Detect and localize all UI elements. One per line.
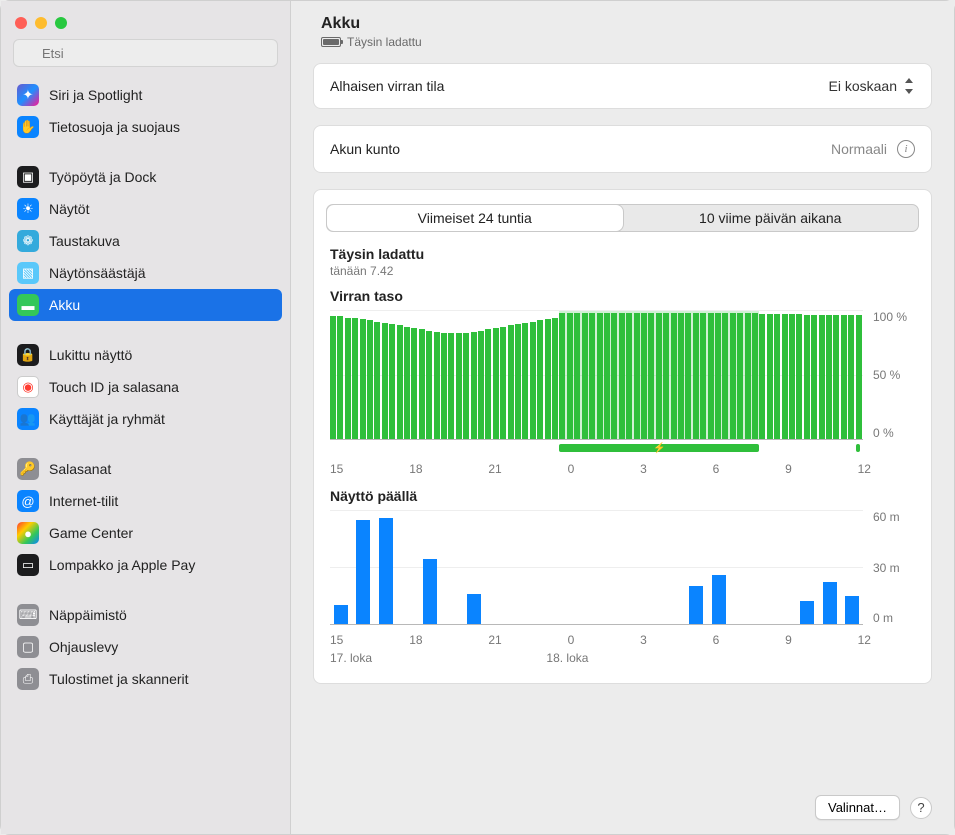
sidebar-item-ohjauslevy[interactable]: ▢ Ohjauslevy: [9, 631, 282, 663]
footer: Valinnat… ?: [291, 785, 954, 834]
sidebar-item-label: Työpöytä ja Dock: [49, 169, 156, 185]
sidebar-item-touch-id-ja-salasana[interactable]: ◉ Touch ID ja salasana: [9, 371, 282, 403]
sidebar-list: ✦ Siri ja Spotlight ✋ Tietosuoja ja suojaus…: [1, 75, 290, 834]
sidebar-icon: 👥: [17, 408, 39, 430]
close-window-button[interactable]: [15, 17, 27, 29]
help-button[interactable]: ?: [910, 797, 932, 819]
settings-window: ✦ Siri ja Spotlight ✋ Tietosuoja ja suojaus…: [0, 0, 955, 835]
battery-icon: [321, 37, 341, 47]
battery-health-label: Akun kunto: [330, 141, 400, 157]
zoom-window-button[interactable]: [55, 17, 67, 29]
minimize-window-button[interactable]: [35, 17, 47, 29]
low-power-value: Ei koskaan: [829, 78, 897, 94]
options-button[interactable]: Valinnat…: [815, 795, 900, 820]
sidebar-item-label: Näytöt: [49, 201, 89, 217]
sidebar-item-tulostimet-ja-skannerit[interactable]: ⎙ Tulostimet ja skannerit: [9, 663, 282, 695]
battery-health-panel: Akun kunto Normaali i: [313, 125, 932, 173]
sidebar-item-game-center[interactable]: ● Game Center: [9, 517, 282, 549]
sidebar-icon: @: [17, 490, 39, 512]
sidebar-icon: ◉: [17, 376, 39, 398]
sidebar-item-label: Game Center: [49, 525, 133, 541]
search-input[interactable]: [13, 39, 278, 67]
sidebar-item-label: Ohjauslevy: [49, 639, 118, 655]
battery-status-label: Täysin ladattu: [347, 35, 422, 49]
sidebar-item-n-yt-ns-st-j-[interactable]: ▧ Näytönsäästäjä: [9, 257, 282, 289]
screen-x-axis: 151821036912: [314, 625, 931, 649]
sidebar-item-label: Akku: [49, 297, 80, 313]
sidebar-icon: ●: [17, 522, 39, 544]
sidebar-item-label: Tulostimet ja skannerit: [49, 671, 189, 687]
sidebar-icon: ☀: [17, 198, 39, 220]
date-row: 17. loka 18. loka: [314, 649, 931, 673]
sidebar-item-lukittu-n-ytt-[interactable]: 🔒 Lukittu näyttö: [9, 339, 282, 371]
bolt-icon: ⚡: [653, 443, 665, 454]
sidebar-item-n-pp-imist-[interactable]: ⌨ Näppäimistö: [9, 599, 282, 631]
fully-charged-title: Täysin ladattu: [330, 246, 915, 262]
updown-icon: [903, 78, 915, 94]
sidebar-icon: ⌨: [17, 604, 39, 626]
low-power-select[interactable]: Ei koskaan: [829, 78, 915, 94]
sidebar-item-akku[interactable]: ▬ Akku: [9, 289, 282, 321]
sidebar-icon: ▭: [17, 554, 39, 576]
main-content: Akku Täysin ladattu Alhaisen virran tila…: [291, 1, 954, 834]
sidebar-item-siri-ja-spotlight[interactable]: ✦ Siri ja Spotlight: [9, 79, 282, 111]
sidebar-icon: ▢: [17, 636, 39, 658]
sidebar-item-taustakuva[interactable]: ❁ Taustakuva: [9, 225, 282, 257]
sidebar-item-ty-p-yt-ja-dock[interactable]: ▣ Työpöytä ja Dock: [9, 161, 282, 193]
low-power-label: Alhaisen virran tila: [330, 78, 444, 94]
sidebar-icon: 🔒: [17, 344, 39, 366]
sidebar: ✦ Siri ja Spotlight ✋ Tietosuoja ja suojaus…: [1, 1, 291, 834]
window-controls: [1, 11, 290, 39]
seg-last-10d[interactable]: 10 viime päivän aikana: [623, 205, 919, 231]
sidebar-item-label: Käyttäjät ja ryhmät: [49, 411, 165, 427]
usage-panel: Viimeiset 24 tuntia 10 viime päivän aika…: [313, 189, 932, 684]
sidebar-item-internet-tilit[interactable]: @ Internet-tilit: [9, 485, 282, 517]
sidebar-item-lompakko-ja-apple-pay[interactable]: ▭ Lompakko ja Apple Pay: [9, 549, 282, 581]
sidebar-icon: ⎙: [17, 668, 39, 690]
sidebar-item-label: Siri ja Spotlight: [49, 87, 142, 103]
sidebar-item-label: Lompakko ja Apple Pay: [49, 557, 195, 573]
power-y-axis: 100 % 50 % 0 %: [869, 310, 919, 440]
sidebar-icon: ❁: [17, 230, 39, 252]
sidebar-item-label: Tietosuoja ja suojaus: [49, 119, 180, 135]
sidebar-item-label: Näppäimistö: [49, 607, 127, 623]
sidebar-item-salasanat[interactable]: 🔑 Salasanat: [9, 453, 282, 485]
screen-on-title: Näyttö päällä: [314, 478, 931, 510]
page-header: Akku Täysin ladattu: [291, 1, 954, 63]
power-level-title: Virran taso: [314, 278, 931, 310]
screen-y-axis: 60 m 30 m 0 m: [869, 510, 919, 625]
sidebar-item-label: Taustakuva: [49, 233, 120, 249]
sidebar-item-label: Näytönsäästäjä: [49, 265, 146, 281]
low-power-panel: Alhaisen virran tila Ei koskaan: [313, 63, 932, 109]
fully-charged-time: tänään 7.42: [330, 264, 915, 278]
sidebar-icon: 🔑: [17, 458, 39, 480]
power-level-chart: ⚡: [330, 310, 863, 440]
sidebar-item-tietosuoja-ja-suojaus[interactable]: ✋ Tietosuoja ja suojaus: [9, 111, 282, 143]
sidebar-icon: ▧: [17, 262, 39, 284]
sidebar-item-k-ytt-j-t-ja-ryhm-t[interactable]: 👥 Käyttäjät ja ryhmät: [9, 403, 282, 435]
screen-on-chart: [330, 510, 863, 625]
sidebar-item-label: Salasanat: [49, 461, 111, 477]
seg-last-24h[interactable]: Viimeiset 24 tuntia: [327, 205, 623, 231]
sidebar-item-n-yt-t[interactable]: ☀ Näytöt: [9, 193, 282, 225]
sidebar-icon: ✋: [17, 116, 39, 138]
sidebar-item-label: Internet-tilit: [49, 493, 118, 509]
sidebar-icon: ▣: [17, 166, 39, 188]
sidebar-item-label: Lukittu näyttö: [49, 347, 132, 363]
sidebar-icon: ▬: [17, 294, 39, 316]
page-title: Akku: [321, 15, 924, 33]
info-icon[interactable]: i: [897, 140, 915, 158]
time-range-segment: Viimeiset 24 tuntia 10 viime päivän aika…: [326, 204, 919, 232]
sidebar-item-label: Touch ID ja salasana: [49, 379, 179, 395]
sidebar-icon: ✦: [17, 84, 39, 106]
battery-health-value: Normaali: [831, 141, 887, 157]
